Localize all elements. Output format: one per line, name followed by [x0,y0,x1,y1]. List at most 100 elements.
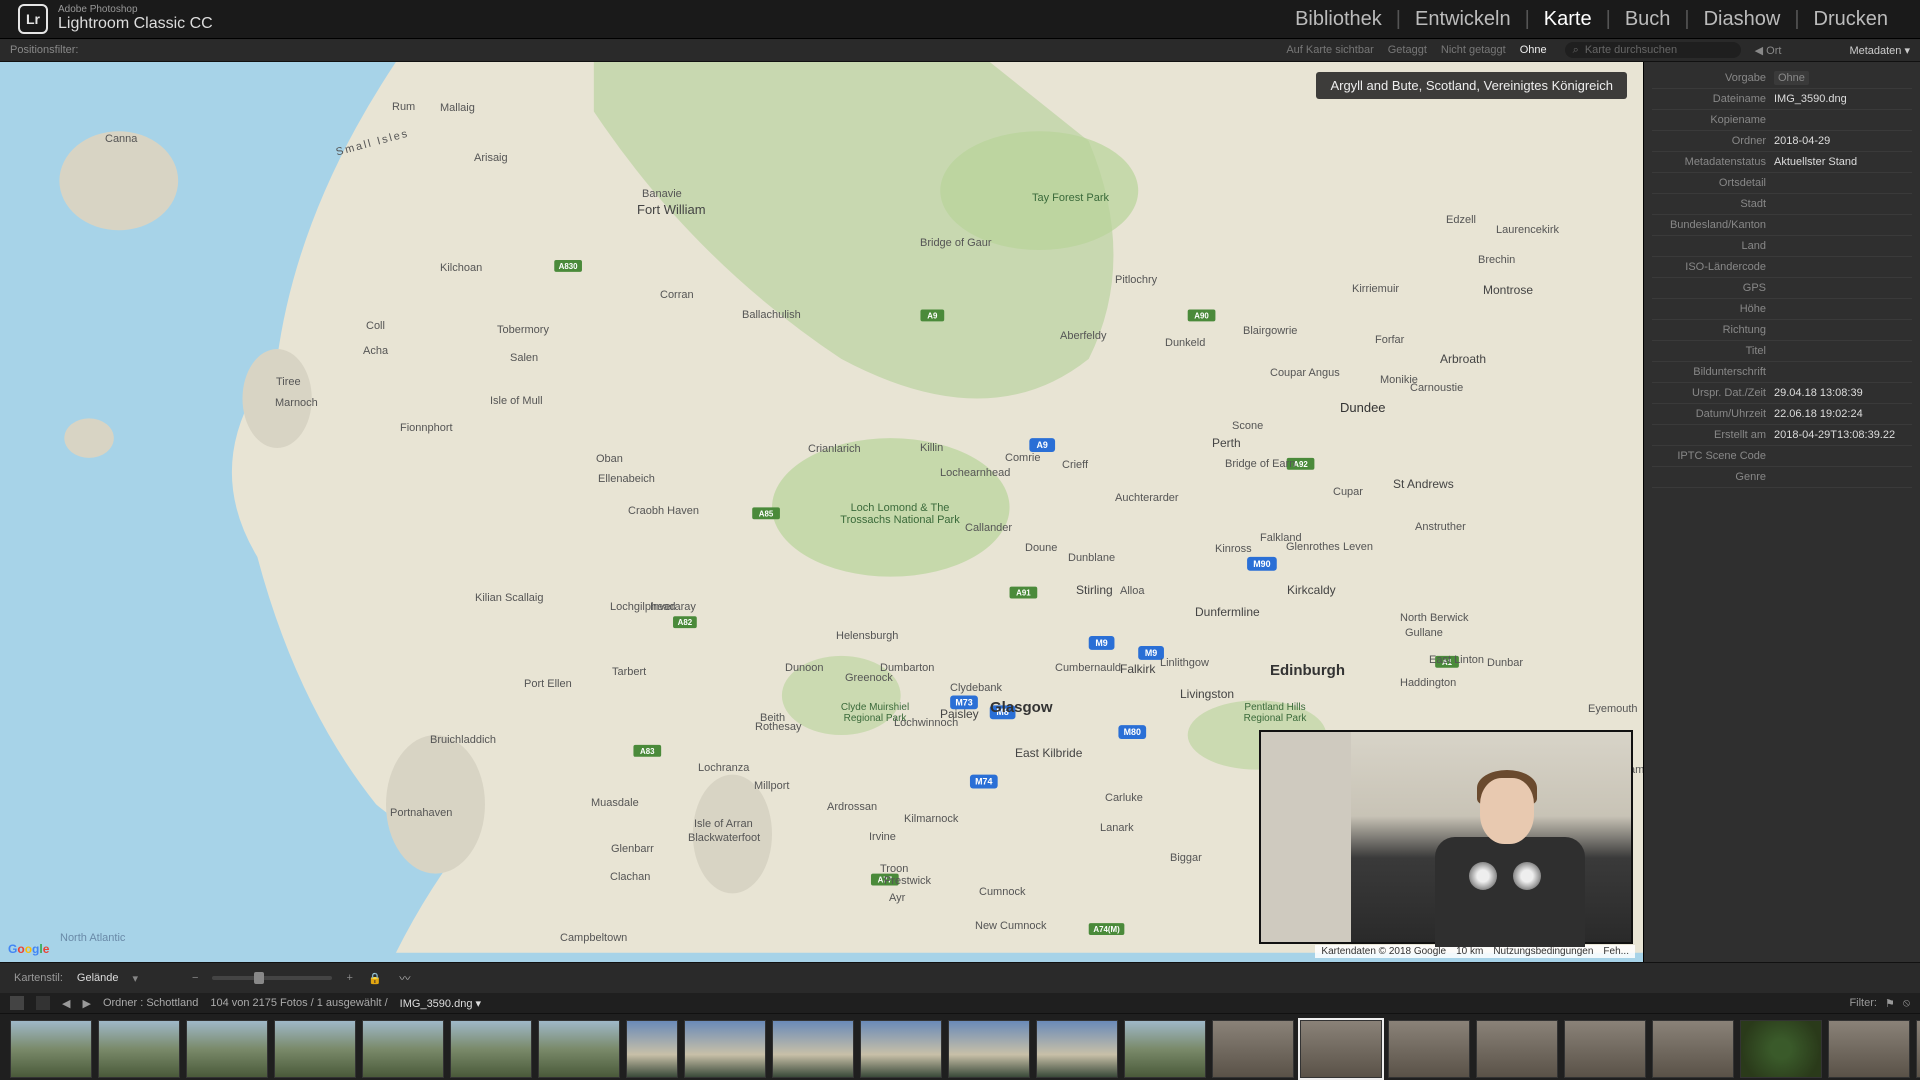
city-dunfermline: Dunfermline [1195,605,1260,619]
filmstrip-thumbs[interactable] [0,1014,1920,1080]
svg-text:A92: A92 [1293,460,1308,469]
thumbnail[interactable] [860,1020,942,1078]
thumbnail[interactable] [626,1020,678,1078]
module-map[interactable]: Karte [1530,8,1606,31]
thumbnail[interactable] [1652,1020,1734,1078]
thumbnail-selected[interactable] [1300,1020,1382,1078]
meta-row[interactable]: Höhe [1652,299,1912,320]
filter-bar: Positionsfilter: Auf Karte sichtbar Geta… [0,39,1920,62]
meta-row[interactable]: DateinameIMG_3590.dng [1652,89,1912,110]
meta-row[interactable]: Erstellt am2018-04-29T13:08:39.22 [1652,425,1912,446]
meta-row[interactable]: Genre [1652,467,1912,488]
meta-row[interactable]: Land [1652,236,1912,257]
filter-none[interactable]: Ohne [1520,44,1547,56]
location-badge: Argyll and Bute, Scotland, Vereinigtes K… [1316,72,1627,99]
meta-row[interactable]: Kopiename [1652,110,1912,131]
meta-row[interactable]: Bundesland/Kanton [1652,215,1912,236]
city-gullane: Gullane [1405,627,1443,639]
thumbnail[interactable] [684,1020,766,1078]
module-slideshow[interactable]: Diashow [1690,8,1795,31]
map-search-input[interactable]: ⌕ Karte durchsuchen [1565,42,1741,58]
module-print[interactable]: Drucken [1800,8,1902,31]
city-prestwick: Prestwick [884,875,931,887]
meta-row[interactable]: Richtung [1652,320,1912,341]
city-blairgowrie: Blairgowrie [1243,325,1297,337]
tab-metadaten[interactable]: Metadaten ▾ [1849,44,1910,57]
city-eastkilbride: East Kilbride [1015,746,1082,760]
meta-row[interactable]: Stadt [1652,194,1912,215]
city-callander: Callander [965,522,1012,534]
filmstrip-path[interactable]: Ordner : Schottland [103,997,198,1009]
meta-value[interactable]: IMG_3590.dng [1774,93,1908,105]
city-brechin: Brechin [1478,254,1515,266]
gps-track-icon[interactable]: 〰 [397,970,413,986]
nav-fwd-icon[interactable]: ▶ [82,997,90,1010]
filter-off-icon[interactable]: ⦸ [1903,997,1910,1010]
city-killin: Killin [920,442,943,454]
thumbnail[interactable] [450,1020,532,1078]
city-tiree: Tiree [276,376,301,388]
city-kinross: Kinross [1215,543,1252,555]
thumbnail[interactable] [1564,1020,1646,1078]
tab-ort[interactable]: ◀ Ort [1755,44,1782,57]
flag-filter-icon[interactable]: ⚑ [1885,997,1895,1010]
meta-value[interactable]: 2018-04-29T13:08:39.22 [1774,429,1908,441]
thumbnail[interactable] [1212,1020,1294,1078]
label-arran: Isle of Arran [694,818,753,830]
svg-text:A85: A85 [759,509,774,518]
meta-row[interactable]: Ordner2018-04-29 [1652,131,1912,152]
meta-row[interactable]: Ortsdetail [1652,173,1912,194]
filter-visible-on-map[interactable]: Auf Karte sichtbar [1286,44,1373,56]
thumbnail[interactable] [98,1020,180,1078]
filmstrip-file[interactable]: IMG_3590.dng ▾ [400,997,481,1010]
thumbnail[interactable] [538,1020,620,1078]
app-subtitle: Adobe Photoshop [58,5,213,15]
thumbnail[interactable] [1916,1020,1920,1078]
meta-row[interactable]: Urspr. Dat./Zeit29.04.18 13:08:39 [1652,383,1912,404]
meta-value[interactable]: 29.04.18 13:08:39 [1774,387,1908,399]
module-library[interactable]: Bibliothek [1281,8,1396,31]
thumbnail[interactable] [1036,1020,1118,1078]
meta-row[interactable]: VorgabeOhne [1652,68,1912,89]
map-style-value[interactable]: Gelände [77,972,119,984]
meta-row[interactable]: Datum/Uhrzeit22.06.18 19:02:24 [1652,404,1912,425]
meta-row[interactable]: ISO-Ländercode [1652,257,1912,278]
meta-row[interactable]: Bildunterschrift [1652,362,1912,383]
thumbnail[interactable] [10,1020,92,1078]
thumbnail[interactable] [1476,1020,1558,1078]
city-portnahaven: Portnahaven [390,807,452,819]
module-develop[interactable]: Entwickeln [1401,8,1525,31]
lock-icon[interactable]: 🔒 [367,970,383,986]
svg-text:A82: A82 [678,618,693,627]
meta-row[interactable]: IPTC Scene Code [1652,446,1912,467]
city-cumbernauld: Cumbernauld [1055,662,1121,674]
module-book[interactable]: Buch [1611,8,1685,31]
map-canvas[interactable]: M8 M9 M80 M74 M9 A9 M90 M73 A82 A830 A9 … [0,62,1644,962]
meta-row[interactable]: Titel [1652,341,1912,362]
thumbnail[interactable] [772,1020,854,1078]
thumbnail[interactable] [362,1020,444,1078]
meta-value[interactable]: 22.06.18 19:02:24 [1774,408,1908,420]
thumbnail[interactable] [274,1020,356,1078]
city-arisaig: Arisaig [474,152,508,164]
city-carluke: Carluke [1105,792,1143,804]
meta-value[interactable]: 2018-04-29 [1774,135,1908,147]
meta-value[interactable]: Ohne [1774,72,1908,84]
thumbnail[interactable] [1388,1020,1470,1078]
thumbnail[interactable] [186,1020,268,1078]
city-crianlarich: Crianlarich [808,443,861,455]
position-filter-options: Auf Karte sichtbar Getaggt Nicht getaggt… [1286,44,1546,56]
nav-back-icon[interactable]: ◀ [62,997,70,1010]
thumbnail[interactable] [948,1020,1030,1078]
filter-tagged[interactable]: Getaggt [1388,44,1427,56]
thumbnail[interactable] [1124,1020,1206,1078]
grid-view-icon[interactable] [10,996,24,1010]
meta-row[interactable]: GPS [1652,278,1912,299]
thumbnail[interactable] [1828,1020,1910,1078]
meta-row[interactable]: MetadatenstatusAktuellster Stand [1652,152,1912,173]
meta-value[interactable]: Aktuellster Stand [1774,156,1908,168]
secondary-display-icon[interactable] [36,996,50,1010]
filter-untagged[interactable]: Nicht getaggt [1441,44,1506,56]
thumbnail[interactable] [1740,1020,1822,1078]
zoom-slider[interactable] [212,976,332,980]
